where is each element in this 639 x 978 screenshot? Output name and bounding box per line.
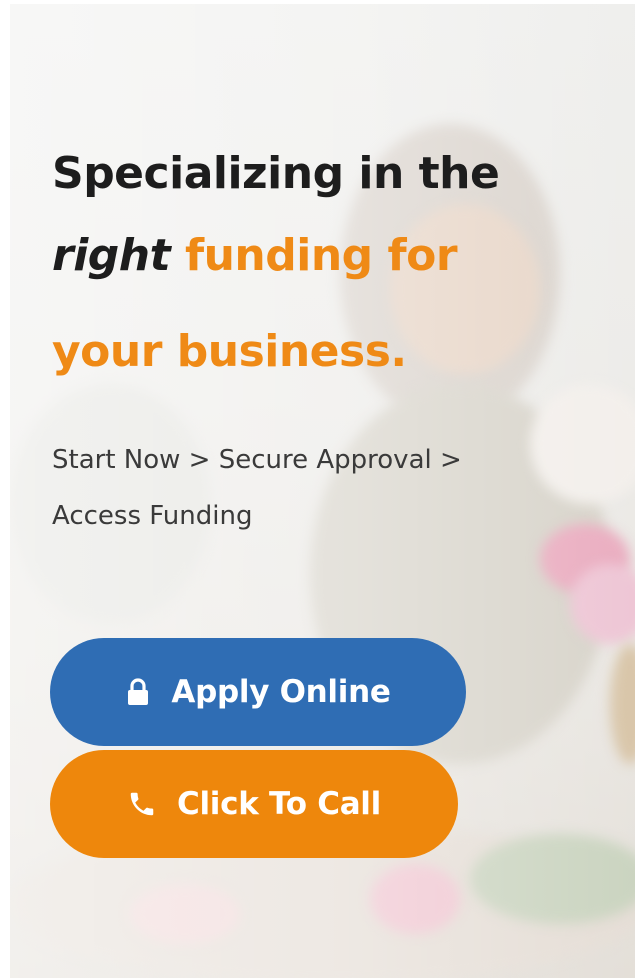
hero-headline: Specializing in the right funding for yo… bbox=[52, 140, 592, 400]
hero-section: Specializing in the right funding for yo… bbox=[0, 0, 639, 978]
apply-online-button[interactable]: Apply Online bbox=[50, 638, 466, 746]
phone-icon bbox=[127, 789, 157, 819]
headline-orange-2: your business. bbox=[52, 326, 407, 377]
headline-emphasis: right bbox=[52, 230, 171, 281]
funding-steps: Start Now > Secure Approval > Access Fun… bbox=[52, 445, 462, 531]
frame-edge bbox=[635, 0, 639, 978]
hero-content: Specializing in the right funding for yo… bbox=[52, 140, 592, 544]
headline-orange-1: funding for bbox=[184, 230, 458, 281]
click-to-call-label: Click To Call bbox=[177, 786, 381, 822]
lock-icon bbox=[125, 678, 151, 706]
apply-online-label: Apply Online bbox=[171, 674, 391, 710]
frame-edge bbox=[0, 0, 639, 4]
frame-edge bbox=[0, 0, 10, 978]
click-to-call-button[interactable]: Click To Call bbox=[50, 750, 458, 858]
headline-line-1: Specializing in the bbox=[52, 148, 500, 199]
